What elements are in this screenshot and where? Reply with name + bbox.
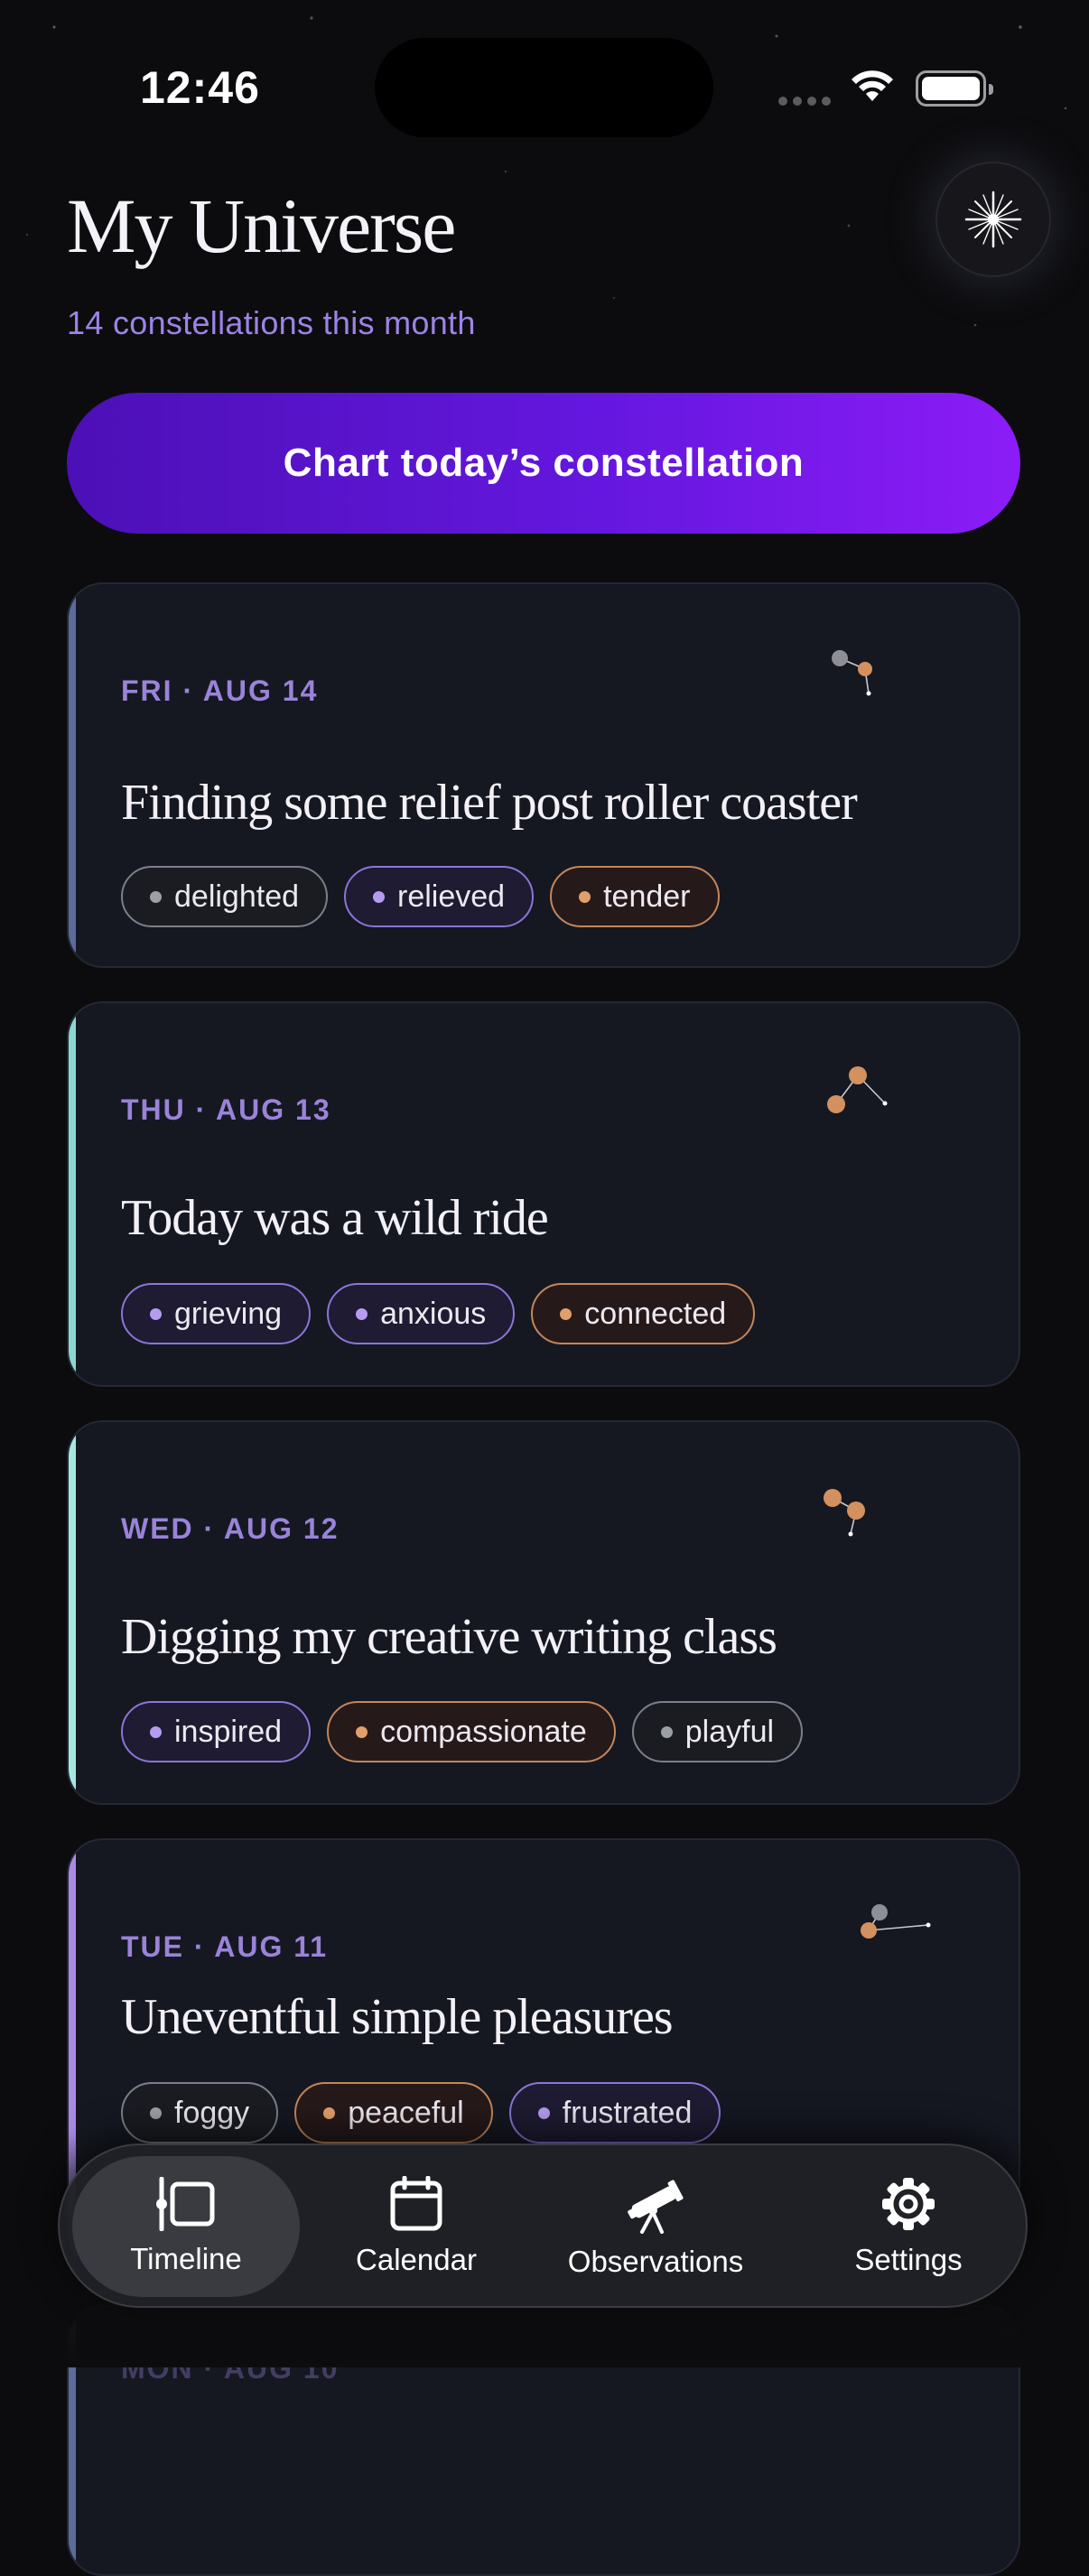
mood-tag[interactable]: delighted xyxy=(121,866,329,927)
calendar-icon xyxy=(390,2176,442,2231)
telescope-icon xyxy=(628,2180,684,2234)
entry-date: WED · AUG 12 xyxy=(121,1512,340,1545)
tab-label: Calendar xyxy=(356,2243,477,2276)
mood-tag[interactable]: connected xyxy=(531,1283,756,1344)
tab-bar: Timeline Calendar Observations Settings xyxy=(58,2144,1028,2308)
tab-calendar[interactable]: Calendar xyxy=(330,2156,502,2297)
status-time: 12:46 xyxy=(140,62,260,113)
entry-date: TUE · AUG 11 xyxy=(121,1930,329,1963)
mood-tag-label: frustrated xyxy=(562,2095,693,2130)
entry-title: Finding some relief post roller coaster xyxy=(121,775,858,831)
tab-label: Timeline xyxy=(130,2242,242,2275)
mood-tag-label: playful xyxy=(684,1714,775,1749)
entry-date: FRI · AUG 14 xyxy=(121,674,319,707)
dot-icon xyxy=(537,2106,550,2119)
tab-label: Observations xyxy=(567,2245,744,2278)
mood-tag[interactable]: grieving xyxy=(121,1283,312,1344)
sparkle-icon xyxy=(964,191,1022,248)
card-accent-bar xyxy=(69,584,76,966)
dot-icon xyxy=(150,890,162,903)
dot-icon xyxy=(356,1307,368,1320)
tab-label: Settings xyxy=(854,2243,963,2276)
mood-tag-label: compassionate xyxy=(380,1714,587,1749)
dot-icon xyxy=(660,1725,673,1738)
constellation-icon xyxy=(827,1066,888,1113)
mood-tag-label: peaceful xyxy=(348,2095,464,2130)
mood-tags: grieving anxious connected xyxy=(121,1283,756,1344)
mood-tag-label: delighted xyxy=(174,879,300,914)
mood-tag-label: foggy xyxy=(174,2095,250,2130)
mood-tag-label: relieved xyxy=(397,879,506,914)
timeline-icon xyxy=(156,2177,215,2231)
dot-icon xyxy=(150,1307,162,1320)
chart-constellation-button[interactable]: Chart today’s constellation xyxy=(67,393,1020,534)
dot-icon xyxy=(356,1725,368,1738)
dot-icon xyxy=(373,890,386,903)
mood-tag[interactable]: tender xyxy=(550,866,720,927)
mood-tags: delighted relieved tender xyxy=(121,866,720,927)
battery-icon xyxy=(916,70,993,107)
mood-tag-label: inspired xyxy=(174,1714,283,1749)
mood-tags: inspired compassionate playful xyxy=(121,1701,804,1762)
constellation-icon xyxy=(824,1489,865,1537)
status-bar: 12:46 xyxy=(0,0,1089,172)
mood-tag-label: tender xyxy=(603,879,691,914)
page-subtitle: 14 constellations this month xyxy=(67,304,476,341)
constellation-icon xyxy=(832,650,872,696)
entry-title: Uneventful simple pleasures xyxy=(121,1989,674,2045)
dot-icon xyxy=(150,1725,162,1738)
entry-date: THU · AUG 13 xyxy=(121,1093,331,1126)
entry-card[interactable]: THU · AUG 13 Today was a wild ride griev… xyxy=(67,1001,1020,1387)
tab-settings[interactable]: Settings xyxy=(827,2156,990,2297)
constellation-icon xyxy=(861,1904,931,1939)
dot-icon xyxy=(150,2106,162,2119)
mood-tag-label: connected xyxy=(584,1296,727,1331)
mood-tag-label: anxious xyxy=(380,1296,487,1331)
dot-icon xyxy=(560,1307,572,1320)
sparkle-button[interactable] xyxy=(935,162,1051,277)
tab-observations[interactable]: Observations xyxy=(547,2156,764,2297)
mood-tag[interactable]: relieved xyxy=(344,866,535,927)
mood-tag-label: grieving xyxy=(174,1296,283,1331)
mood-tag[interactable]: playful xyxy=(631,1701,804,1762)
dot-icon xyxy=(323,2106,336,2119)
dynamic-island xyxy=(375,38,713,137)
gear-icon xyxy=(882,2178,935,2230)
entry-title: Digging my creative writing class xyxy=(121,1609,777,1665)
page-title: My Universe xyxy=(67,182,456,269)
mood-tag[interactable]: anxious xyxy=(327,1283,516,1344)
entry-card[interactable]: WED · AUG 12 Digging my creative writing… xyxy=(67,1420,1020,1805)
mood-tag[interactable]: inspired xyxy=(121,1701,312,1762)
cellular-signal-icon xyxy=(778,94,836,110)
tab-timeline[interactable]: Timeline xyxy=(72,2156,300,2297)
entry-card[interactable]: FRI · AUG 14 Finding some relief post ro… xyxy=(67,582,1020,968)
card-accent-bar xyxy=(69,1003,76,1385)
mood-tag[interactable]: compassionate xyxy=(327,1701,616,1762)
dot-icon xyxy=(579,890,591,903)
card-accent-bar xyxy=(69,1422,76,1803)
wifi-icon xyxy=(852,70,893,101)
entry-title: Today was a wild ride xyxy=(121,1190,549,1246)
